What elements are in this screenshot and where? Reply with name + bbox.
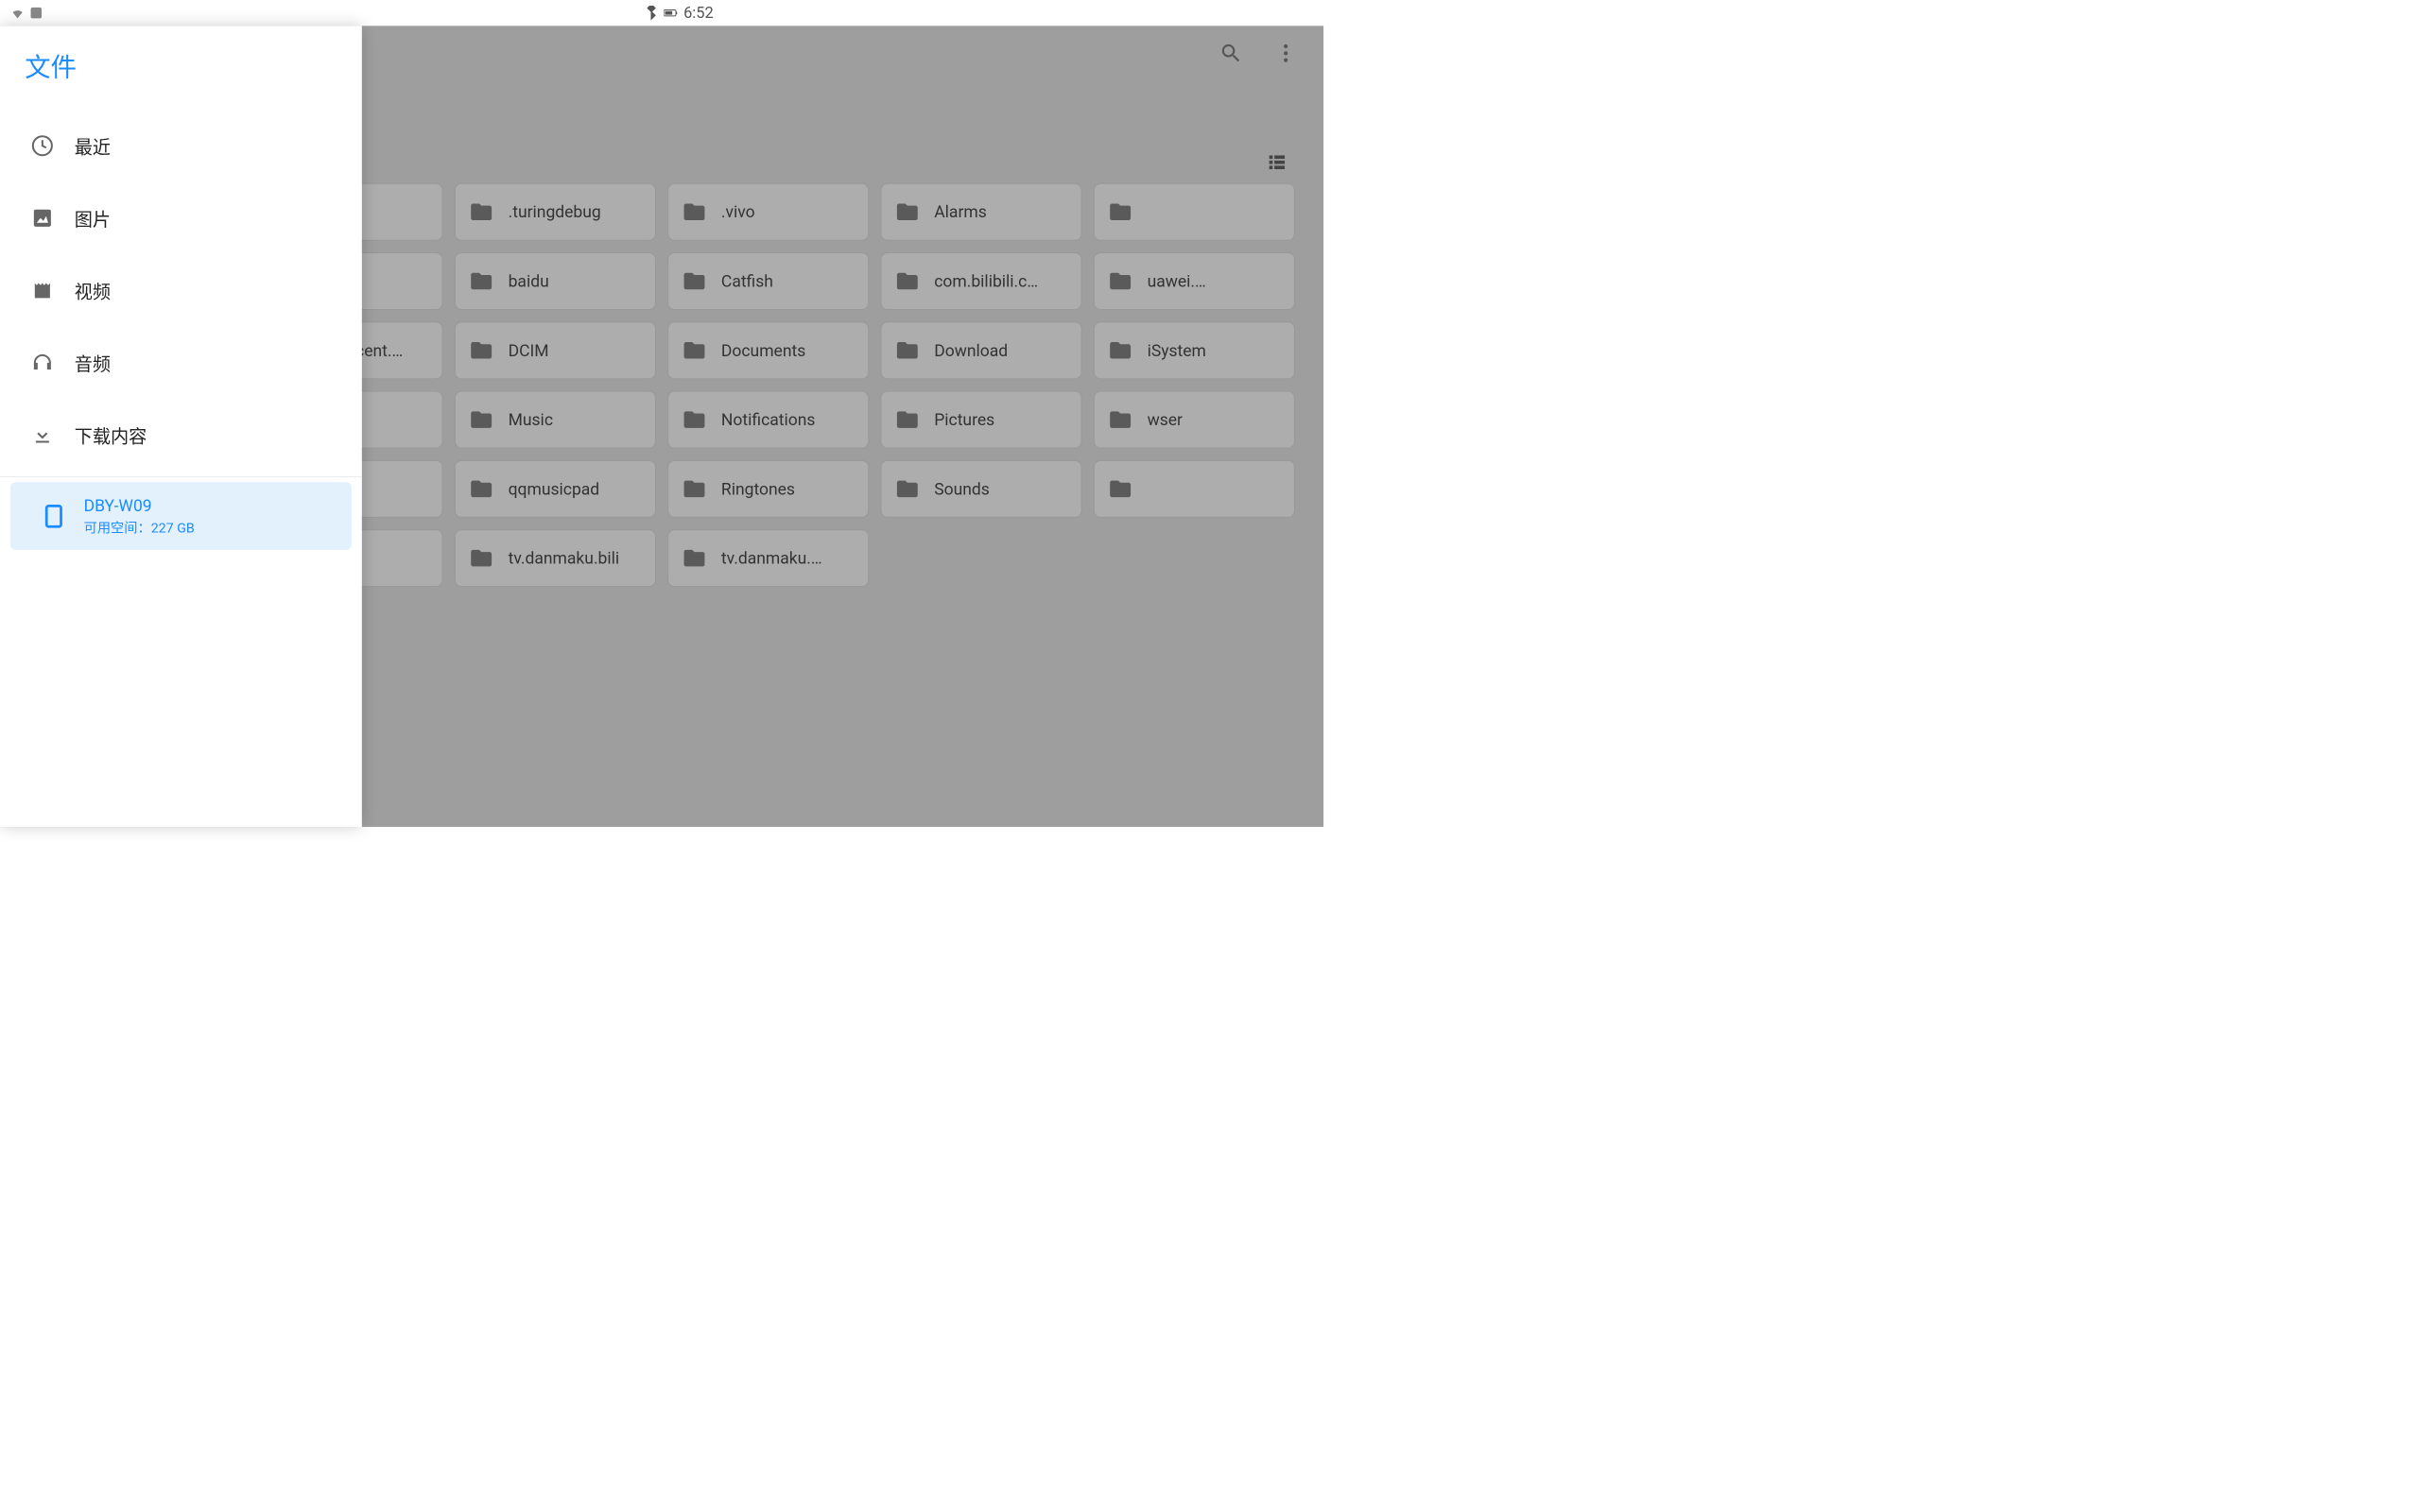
status-bar: 6:52 (0, 0, 724, 26)
list-view-icon (1267, 152, 1288, 173)
drawer-item-audio[interactable]: 音频 (0, 327, 362, 400)
folder-icon (469, 407, 493, 432)
wifi-icon (10, 6, 25, 20)
tablet-icon (42, 504, 66, 528)
clock-icon (31, 134, 54, 157)
status-time: 6:52 (683, 4, 714, 22)
folder-icon (682, 546, 706, 571)
folder-icon (895, 476, 920, 501)
folder-icon (682, 199, 706, 224)
drawer-item-label: 视频 (75, 277, 111, 303)
folder-item[interactable]: tv.danmaku.bili (455, 529, 656, 587)
folder-icon (469, 338, 493, 363)
folder-icon (682, 338, 706, 363)
bluetooth-icon (645, 6, 659, 20)
more-icon[interactable] (1274, 42, 1298, 67)
navigation-drawer: 文件 最近 图片 视频 音频 下载内容 (0, 26, 362, 827)
folder-item[interactable]: .turingdebug (455, 183, 656, 241)
hms-icon (29, 6, 43, 20)
folder-item[interactable]: DCIM (455, 321, 656, 379)
drawer-item-label: 音频 (75, 350, 111, 376)
folder-item[interactable]: Notifications (667, 390, 869, 448)
folder-icon (682, 407, 706, 432)
drawer-item-label: 最近 (75, 132, 111, 159)
search-icon[interactable] (1219, 42, 1243, 67)
folder-item[interactable]: Pictures (880, 390, 1081, 448)
folder-item[interactable] (1094, 460, 1295, 518)
image-icon (31, 207, 54, 230)
folder-icon (895, 268, 920, 293)
folder-icon (1108, 338, 1132, 363)
folder-item[interactable]: qqmusicpad (455, 460, 656, 518)
folder-item[interactable]: wser (1094, 390, 1295, 448)
folder-icon (469, 268, 493, 293)
folder-item[interactable]: Sounds (880, 460, 1081, 518)
drawer-item-recent[interactable]: 最近 (0, 110, 362, 182)
folder-item[interactable]: Music (455, 390, 656, 448)
download-icon (31, 423, 54, 446)
divider (0, 476, 362, 477)
folder-item[interactable]: Catfish (667, 252, 869, 310)
folder-icon (895, 407, 920, 432)
folder-item[interactable]: Alarms (880, 183, 1081, 241)
drawer-item-label: 图片 (75, 205, 111, 232)
drawer-item-videos[interactable]: 视频 (0, 254, 362, 327)
drawer-title: 文件 (0, 26, 362, 99)
folder-icon (1108, 407, 1132, 432)
device-space: 可用空间：227 GB (84, 517, 195, 536)
folder-icon (895, 199, 920, 224)
folder-item[interactable]: com.bilibili.c… (880, 252, 1081, 310)
folder-icon (469, 546, 493, 571)
folder-icon (1108, 199, 1132, 224)
folder-item[interactable]: baidu (455, 252, 656, 310)
battery-icon (664, 6, 678, 20)
folder-item[interactable]: Download (880, 321, 1081, 379)
folder-item[interactable]: uawei.… (1094, 252, 1295, 310)
drawer-item-images[interactable]: 图片 (0, 182, 362, 255)
folder-icon (469, 476, 493, 501)
folder-icon (682, 476, 706, 501)
video-icon (31, 279, 54, 301)
folder-icon (1108, 268, 1132, 293)
folder-item[interactable]: .vivo (667, 183, 869, 241)
device-name: DBY-W09 (84, 495, 195, 515)
folder-item[interactable] (1094, 183, 1295, 241)
folder-item[interactable]: Documents (667, 321, 869, 379)
folder-item[interactable]: tv.danmaku.… (667, 529, 869, 587)
drawer-item-downloads[interactable]: 下载内容 (0, 399, 362, 472)
folder-icon (682, 268, 706, 293)
folder-icon (895, 338, 920, 363)
folder-icon (469, 199, 493, 224)
folder-icon (1108, 476, 1132, 501)
folder-item[interactable]: Ringtones (667, 460, 869, 518)
drawer-item-label: 下载内容 (75, 422, 147, 449)
drawer-device-item[interactable]: DBY-W09 可用空间：227 GB (10, 482, 352, 550)
folder-item[interactable]: iSystem (1094, 321, 1295, 379)
headphones-icon (31, 352, 54, 374)
